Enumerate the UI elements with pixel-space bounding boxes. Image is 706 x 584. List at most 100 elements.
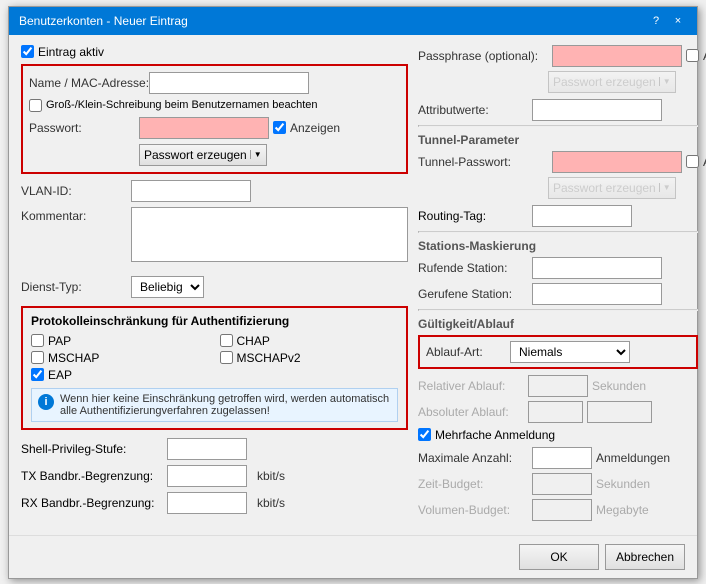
help-button[interactable]: ? [647,13,665,29]
attributwerte-label: Attributwerte: [418,103,528,117]
routing-row: Routing-Tag: 0 [418,205,698,227]
tunnel-title: Tunnel-Parameter [418,133,698,147]
chap-checkbox[interactable] [220,334,233,347]
maximale-row: Maximale Anzahl: 0 Anmeldungen [418,447,698,469]
passwort-input-group: passwort Anzeigen [139,117,400,139]
name-input[interactable]: benutzer [149,72,309,94]
relativer-unit: Sekunden [592,379,646,393]
dialog-footer: OK Abbrechen [9,535,697,578]
mschapv2-item: MSCHAPv2 [220,351,399,365]
chap-label: CHAP [237,334,270,348]
mehrfache-label: Mehrfache Anmeldung [435,428,555,442]
name-row: Name / MAC-Adresse: benutzer [29,72,400,94]
vlanid-input[interactable]: 0 [131,180,251,202]
attributwerte-input[interactable] [532,99,662,121]
vlan-row: VLAN-ID: 0 [21,180,408,202]
tx-input[interactable]: 0 [167,465,247,487]
passphrase-erzeugen-arrow: ▼ [659,77,671,86]
pap-label: PAP [48,334,71,348]
passwort-erzeugen-arrow: ▼ [250,150,262,159]
passwort-anzeigen-checkbox[interactable] [273,121,286,134]
gerufene-row: Gerufene Station: [418,283,698,305]
rufende-input[interactable] [532,257,662,279]
shell-input[interactable]: 0 [167,438,247,460]
tunnel-passwort-input[interactable] [552,151,682,173]
maximale-label: Maximale Anzahl: [418,451,528,465]
absoluter-row: Absoluter Ablauf: . . 00 : 00 : 00 [418,401,698,423]
main-dialog: Benutzerkonten - Neuer Eintrag ? × Eintr… [8,6,698,579]
ablauf-art-label: Ablauf-Art: [426,345,506,359]
shell-label: Shell-Privileg-Stufe: [21,442,161,456]
dienst-row: Dienst-Typ: Beliebig [21,276,408,298]
zeit-input: 0 [532,473,592,495]
proto-checks: PAP CHAP MSCHAP MSCHAPv2 [31,334,398,382]
passwort-anzeigen-label: Anzeigen [290,121,400,135]
abbrechen-button[interactable]: Abbrechen [605,544,685,570]
gueltig-title: Gültigkeit/Ablauf [418,317,698,331]
tunnel-erzeugen-button[interactable]: Passwort erzeugen ▼ [548,177,676,199]
close-button[interactable]: × [669,13,687,29]
eintrag-aktiv-checkbox[interactable] [21,45,34,58]
proto-title: Protokolleinschränkung für Authentifizie… [31,314,398,328]
info-icon: i [38,394,54,410]
rx-input[interactable]: 0 [167,492,247,514]
stations-title: Stations-Maskierung [418,239,698,253]
mehrfache-checkbox[interactable] [418,428,431,441]
passwort-erzeugen-button[interactable]: Passwort erzeugen ▼ [139,144,267,166]
zeit-label: Zeit-Budget: [418,477,528,491]
ablauf-art-row: Ablauf-Art: Niemals [426,341,690,363]
gerufene-input[interactable] [532,283,662,305]
pap-checkbox[interactable] [31,334,44,347]
gross-klein-label: Groß-/Klein-Schreibung beim Benutzername… [46,99,317,111]
mehrfache-row: Mehrfache Anmeldung [418,428,698,442]
rx-unit: kbit/s [257,496,285,510]
vlanid-label: VLAN-ID: [21,184,131,198]
tunnel-passwort-label: Tunnel-Passwort: [418,155,548,169]
passphrase-anzeigen-checkbox[interactable] [686,49,699,62]
tunnel-anzeigen-checkbox[interactable] [686,155,699,168]
tunnel-passwort-row: Tunnel-Passwort: Anzeigen [418,151,698,173]
mschapv2-checkbox[interactable] [220,351,233,364]
passphrase-gen-row: Passwort erzeugen ▼ [548,71,698,93]
pap-item: PAP [31,334,210,348]
volumen-unit: Megabyte [596,503,649,517]
zeit-unit: Sekunden [596,477,650,491]
absoluter-date-input: . . [528,401,583,423]
passphrase-erzeugen-button[interactable]: Passwort erzeugen ▼ [548,71,676,93]
gross-klein-checkbox[interactable] [29,99,42,112]
tunnel-gen-row: Passwort erzeugen ▼ [548,177,698,199]
ok-button[interactable]: OK [519,544,599,570]
routing-input[interactable]: 0 [532,205,632,227]
zeit-row: Zeit-Budget: 0 Sekunden [418,473,698,495]
passphrase-input[interactable] [552,45,682,67]
maximale-input[interactable]: 0 [532,447,592,469]
kommentar-row: Kommentar: [21,207,408,271]
absoluter-label: Absoluter Ablauf: [418,405,528,419]
passphrase-erzeugen-label: Passwort erzeugen [553,75,656,89]
dialog-title: Benutzerkonten - Neuer Eintrag [19,14,188,28]
passwort-input[interactable]: passwort [139,117,269,139]
ablauf-box: Ablauf-Art: Niemals [418,335,698,369]
absoluter-time-input: 00 : 00 : 00 [587,401,652,423]
attributwerte-row: Attributwerte: [418,99,698,121]
relativer-row: Relativer Ablauf: 0 Sekunden [418,375,698,397]
eap-checkbox[interactable] [31,368,44,381]
passphrase-label: Passphrase (optional): [418,49,548,63]
eintrag-aktiv-row: Eintrag aktiv [21,45,408,59]
mschap-label: MSCHAP [48,351,99,365]
dienst-label: Dienst-Typ: [21,280,131,294]
relativer-input: 0 [528,375,588,397]
tunnel-erzeugen-arrow: ▼ [659,183,671,192]
eap-item: EAP [31,368,210,382]
info-row: i Wenn hier keine Einschränkung getroffe… [31,388,398,422]
rx-row: RX Bandbr.-Begrenzung: 0 kbit/s [21,492,408,514]
shell-row: Shell-Privileg-Stufe: 0 [21,438,408,460]
dienst-select[interactable]: Beliebig [131,276,204,298]
mschap-checkbox[interactable] [31,351,44,364]
dialog-body: Eintrag aktiv Name / MAC-Adresse: benutz… [9,35,697,535]
rx-label: RX Bandbr.-Begrenzung: [21,496,161,510]
passwort-row: Passwort: passwort Anzeigen [29,117,400,139]
kommentar-textarea[interactable] [131,207,408,262]
title-bar: Benutzerkonten - Neuer Eintrag ? × [9,7,697,35]
ablauf-art-select[interactable]: Niemals [510,341,630,363]
